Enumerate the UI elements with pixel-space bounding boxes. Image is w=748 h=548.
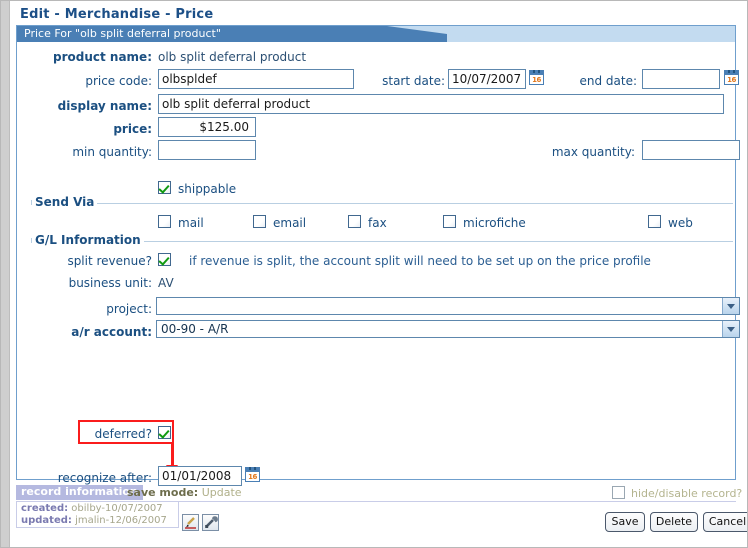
- price-code-label: price code:: [85, 74, 152, 88]
- send-via-mail-label: mail: [178, 216, 204, 230]
- panel-header: Price For "olb split deferral product": [17, 26, 735, 42]
- panel-header-title: Price For "olb split deferral product": [24, 27, 221, 40]
- send-via-web-checkbox[interactable]: [648, 215, 661, 228]
- price-code-input[interactable]: olbspldef: [158, 69, 354, 89]
- panel-header-slant: [387, 26, 507, 42]
- max-quantity-label: max quantity:: [551, 145, 635, 159]
- send-via-microfiche-label: microfiche: [463, 216, 526, 230]
- recognize-after-label: recognize after:: [57, 471, 152, 485]
- shippable-checkbox[interactable]: [158, 181, 171, 194]
- save-mode-label: save mode:: [127, 486, 199, 499]
- send-via-fax-checkbox[interactable]: [348, 215, 361, 228]
- record-created-value: obilby-10/07/2007: [71, 503, 163, 514]
- recognize-after-input[interactable]: 01/01/2008: [158, 466, 242, 486]
- end-date-input[interactable]: [642, 69, 720, 89]
- ar-account-select[interactable]: 00-90 - A/R: [156, 320, 740, 338]
- max-quantity-input[interactable]: [642, 140, 740, 160]
- wrench-icon[interactable]: [202, 514, 219, 531]
- record-updated-value: jmalin-12/06/2007: [75, 515, 167, 526]
- hide-disable-label: hide/disable record?: [631, 487, 743, 500]
- project-label: project:: [106, 302, 152, 316]
- edit-pencil-icon-glyph: [185, 517, 196, 529]
- calendar-icon-number: 16: [532, 76, 541, 84]
- calendar-icon-number: 16: [727, 76, 736, 84]
- send-via-fieldset-line: [31, 203, 733, 204]
- save-button[interactable]: Save: [605, 512, 645, 532]
- gl-legend: G/L Information: [32, 234, 144, 247]
- price-input[interactable]: $125.00: [158, 117, 256, 137]
- page-content: Edit - Merchandise - Price Price For "ol…: [11, 1, 747, 547]
- send-via-fax-label: fax: [368, 216, 387, 230]
- record-updated-line: updated: jmalin-12/06/2007: [21, 515, 167, 527]
- record-information-tab: record information: [16, 485, 143, 500]
- delete-button[interactable]: Delete: [650, 512, 698, 532]
- page-title: Edit - Merchandise - Price: [20, 7, 214, 22]
- calendar-icon[interactable]: 16: [529, 70, 544, 85]
- send-via-email-label: email: [273, 216, 307, 230]
- edit-pencil-icon[interactable]: [182, 514, 199, 531]
- save-mode: save mode: Update: [127, 486, 242, 499]
- send-via-legend: Send Via: [32, 196, 98, 209]
- send-via-email-checkbox[interactable]: [253, 215, 266, 228]
- split-revenue-checkbox[interactable]: [158, 253, 171, 266]
- record-created-line: created: obilby-10/07/2007: [21, 503, 163, 515]
- wrench-icon-glyph: [205, 516, 218, 528]
- record-updated-label: updated:: [21, 515, 72, 526]
- chevron-down-icon[interactable]: [722, 321, 739, 337]
- product-name-value: olb split deferral product: [158, 50, 307, 64]
- split-revenue-hint: if revenue is split, the account split w…: [189, 254, 651, 268]
- shippable-label: shippable: [178, 182, 237, 196]
- start-date-label: start date:: [382, 74, 445, 88]
- split-revenue-label: split revenue?: [67, 254, 152, 268]
- cancel-button[interactable]: Cancel: [703, 512, 747, 532]
- ar-account-select-value: 00-90 - A/R: [161, 322, 229, 336]
- start-date-input[interactable]: 10/07/2007: [448, 69, 526, 89]
- end-date-label: end date:: [579, 74, 637, 88]
- calendar-icon[interactable]: 16: [245, 467, 260, 482]
- send-via-microfiche-checkbox[interactable]: [443, 215, 456, 228]
- annotation-highlight-box: [78, 420, 174, 444]
- left-gutter: [1, 1, 10, 547]
- min-quantity-label: min quantity:: [72, 145, 152, 159]
- business-unit-value: AV: [158, 276, 174, 290]
- save-mode-value: Update: [201, 486, 242, 499]
- business-unit-label: business unit:: [68, 276, 152, 290]
- display-name-label: display name:: [57, 99, 152, 113]
- product-name-label: product name:: [53, 50, 152, 64]
- record-created-label: created:: [21, 503, 69, 514]
- hide-disable-checkbox[interactable]: [612, 486, 625, 499]
- record-details-box: created: obilby-10/07/2007 updated: jmal…: [16, 502, 179, 528]
- calendar-icon[interactable]: 16: [724, 70, 739, 85]
- panel-body: product name: olb split deferral product…: [17, 42, 740, 486]
- price-form-panel: Price For "olb split deferral product" p…: [16, 25, 740, 486]
- annotation-arrow-line: [171, 442, 174, 466]
- send-via-mail-checkbox[interactable]: [158, 215, 171, 228]
- calendar-icon-number: 16: [248, 473, 257, 481]
- min-quantity-input[interactable]: [158, 140, 256, 160]
- chevron-down-icon[interactable]: [722, 298, 739, 314]
- display-name-input[interactable]: olb split deferral product: [158, 94, 724, 114]
- send-via-web-label: web: [668, 216, 693, 230]
- price-label: price:: [113, 122, 152, 136]
- ar-account-label: a/r account:: [71, 325, 152, 339]
- project-select[interactable]: [156, 297, 740, 315]
- application-window: Edit - Merchandise - Price Price For "ol…: [0, 0, 748, 548]
